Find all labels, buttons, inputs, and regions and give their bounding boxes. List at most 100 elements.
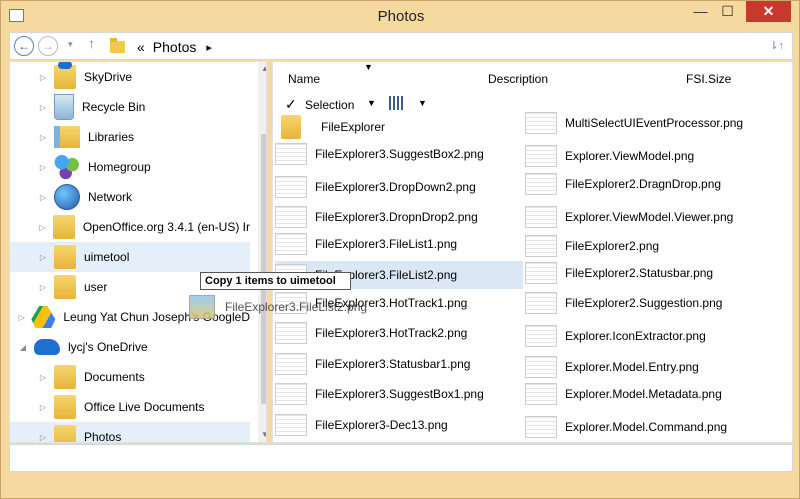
tree-item-label: Photos xyxy=(84,430,122,443)
tree-item-skydrive[interactable]: ▷ SkyDrive xyxy=(10,62,250,92)
list-item[interactable]: Explorer.Model.Command.png xyxy=(525,415,792,439)
file-list[interactable]: ▼ Name Description FSI.Size ✓ Selection … xyxy=(272,61,793,443)
tree-item-onedrive[interactable]: ◢ lycj's OneDrive xyxy=(10,332,250,362)
expand-arrow-icon[interactable]: ▷ xyxy=(38,223,47,232)
expand-arrow-icon[interactable]: ▷ xyxy=(38,283,48,292)
expand-arrow-icon[interactable]: ▷ xyxy=(38,373,48,382)
tree-item-label: user xyxy=(84,280,108,294)
tree-item-label: Documents xyxy=(84,370,145,384)
tree-scrollbar[interactable]: ▲ ▼ xyxy=(258,62,266,442)
tree-item-recycle-bin[interactable]: ▷ Recycle Bin xyxy=(10,92,250,122)
skydrive-icon xyxy=(54,62,76,89)
title-bar[interactable]: Photos — ☐ ✕ xyxy=(1,1,800,32)
file-name: FileExplorer3.SuggestBox1.png xyxy=(315,387,484,401)
image-thumbnail-icon xyxy=(275,353,307,375)
column-name[interactable]: Name xyxy=(288,72,320,86)
breadcrumb-arrow-icon[interactable]: ▸ xyxy=(206,41,212,54)
tree-item-uimetool[interactable]: ▷ uimetool xyxy=(10,242,250,272)
list-item[interactable]: FileExplorer2.Suggestion.png xyxy=(525,291,792,315)
image-thumbnail-icon xyxy=(275,176,307,198)
tree-item-office-live-documents[interactable]: ▷ Office Live Documents xyxy=(10,392,250,422)
list-item[interactable]: FileExplorer3.SuggestBox1.png xyxy=(275,382,523,406)
drag-ghost: FileExplorer3.FileList2.png xyxy=(189,291,367,323)
file-name: Explorer.Model.Command.png xyxy=(565,420,728,434)
image-thumbnail-icon xyxy=(275,233,307,255)
selection-label[interactable]: Selection xyxy=(305,98,354,112)
tree-item-documents[interactable]: ▷ Documents xyxy=(10,362,250,392)
expand-arrow-icon[interactable]: ▷ xyxy=(38,253,48,262)
column-description[interactable]: Description xyxy=(488,72,548,86)
libraries-icon xyxy=(54,126,80,148)
list-item[interactable]: FileExplorer3.SuggestBox2.png xyxy=(275,142,523,166)
navigation-tree[interactable]: ▷ SkyDrive ▷ Recycle Bin ▷ Libraries ▷ H… xyxy=(9,61,267,443)
image-thumbnail-icon xyxy=(275,383,307,405)
expand-arrow-icon[interactable]: ▷ xyxy=(38,163,48,172)
explorer-window: Photos — ☐ ✕ ← → ▾ ↑ « Photos ▸ ⇂↑ ▷ Sky… xyxy=(0,0,800,499)
recent-locations-button[interactable]: ▾ xyxy=(68,39,73,50)
collapse-arrow-icon[interactable]: ◢ xyxy=(18,343,28,352)
list-item[interactable]: FileExplorer3.DropnDrop2.png xyxy=(275,205,523,229)
tree-item-network[interactable]: ▷ Network xyxy=(10,182,250,212)
check-icon[interactable]: ✓ xyxy=(285,96,297,113)
list-item[interactable]: FileExplorer3.FileList1.png xyxy=(275,232,523,256)
image-thumbnail-icon xyxy=(525,112,557,134)
expand-arrow-icon[interactable]: ▷ xyxy=(38,193,48,202)
list-item[interactable]: FileExplorer3-Dec13.png xyxy=(275,413,523,437)
breadcrumb[interactable]: « Photos ▸ xyxy=(110,38,212,56)
list-item[interactable]: FileExplorer2.Statusbar.png xyxy=(525,261,792,285)
list-item[interactable]: FileExplorer3.HotTrack2.png xyxy=(275,321,523,345)
breadcrumb-overflow[interactable]: « xyxy=(137,39,145,55)
list-item[interactable]: FileExplorer xyxy=(275,115,523,139)
column-headers: ▼ Name Description FSI.Size xyxy=(273,62,792,92)
image-thumbnail-icon xyxy=(275,322,307,344)
expand-arrow-icon[interactable]: ▷ xyxy=(38,403,48,412)
expand-arrow-icon[interactable]: ▷ xyxy=(38,433,48,442)
refresh-icon[interactable]: ⇂↑ xyxy=(769,39,784,52)
image-thumbnail-icon xyxy=(525,383,557,405)
folder-icon xyxy=(54,425,76,442)
list-item[interactable]: MultiSelectUIEventProcessor.png xyxy=(525,111,792,135)
folder-icon xyxy=(54,245,76,269)
file-name: FileExplorer3.HotTrack2.png xyxy=(315,326,468,340)
list-item[interactable]: Explorer.IconExtractor.png xyxy=(525,324,792,348)
tree-item-openoffice[interactable]: ▷ OpenOffice.org 3.4.1 (en-US) Ir xyxy=(10,212,250,242)
expand-arrow-icon[interactable]: ▷ xyxy=(38,73,48,82)
file-name: Explorer.Model.Entry.png xyxy=(565,360,699,374)
view-mode-icon[interactable] xyxy=(389,96,403,110)
list-item[interactable]: Explorer.ViewModel.png xyxy=(525,144,792,168)
homegroup-icon xyxy=(54,155,80,179)
list-item[interactable]: Explorer.ViewModel.Viewer.png xyxy=(525,205,792,229)
tree-item-homegroup[interactable]: ▷ Homegroup xyxy=(10,152,250,182)
expand-arrow-icon[interactable]: ▷ xyxy=(38,133,48,142)
tree-item-label: SkyDrive xyxy=(84,70,133,84)
view-dropdown-icon[interactable]: ▼ xyxy=(418,98,427,108)
list-item[interactable]: FileExplorer2.DragnDrop.png xyxy=(525,172,792,196)
tree-item-photos[interactable]: ▷ Photos xyxy=(10,422,250,443)
list-item[interactable]: FileExplorer3.DropDown2.png xyxy=(275,175,523,199)
back-button[interactable]: ← xyxy=(14,36,34,56)
expand-arrow-icon[interactable]: ▷ xyxy=(18,313,25,322)
folder-icon xyxy=(281,115,301,139)
tree-item-label: Homegroup xyxy=(88,160,151,174)
close-button[interactable]: ✕ xyxy=(746,1,791,22)
expand-arrow-icon[interactable]: ▷ xyxy=(38,103,48,112)
forward-button[interactable]: → xyxy=(38,36,58,56)
minimize-button[interactable]: — xyxy=(687,1,714,22)
sort-descending-icon: ▼ xyxy=(364,62,373,72)
list-item[interactable]: Explorer.Model.Metadata.png xyxy=(525,382,792,406)
breadcrumb-photos[interactable]: Photos xyxy=(153,39,197,55)
up-button[interactable]: ↑ xyxy=(88,35,95,51)
maximize-button[interactable]: ☐ xyxy=(714,1,741,22)
image-thumbnail-icon xyxy=(525,145,557,167)
column-size[interactable]: FSI.Size xyxy=(686,72,731,86)
file-name: Explorer.IconExtractor.png xyxy=(565,329,706,343)
tree-item-libraries[interactable]: ▷ Libraries xyxy=(10,122,250,152)
list-item[interactable]: FileExplorer3.Statusbar1.png xyxy=(275,352,523,376)
selection-dropdown-icon[interactable]: ▼ xyxy=(367,98,376,108)
image-thumbnail-icon xyxy=(525,173,557,195)
list-item[interactable]: FileExplorer2.png xyxy=(525,234,792,258)
list-item[interactable]: Explorer.Model.Entry.png xyxy=(525,355,792,379)
network-icon xyxy=(54,184,80,210)
tree-item-label: Recycle Bin xyxy=(82,100,146,114)
tree-item-label: OpenOffice.org 3.4.1 (en-US) Ir xyxy=(82,220,250,234)
